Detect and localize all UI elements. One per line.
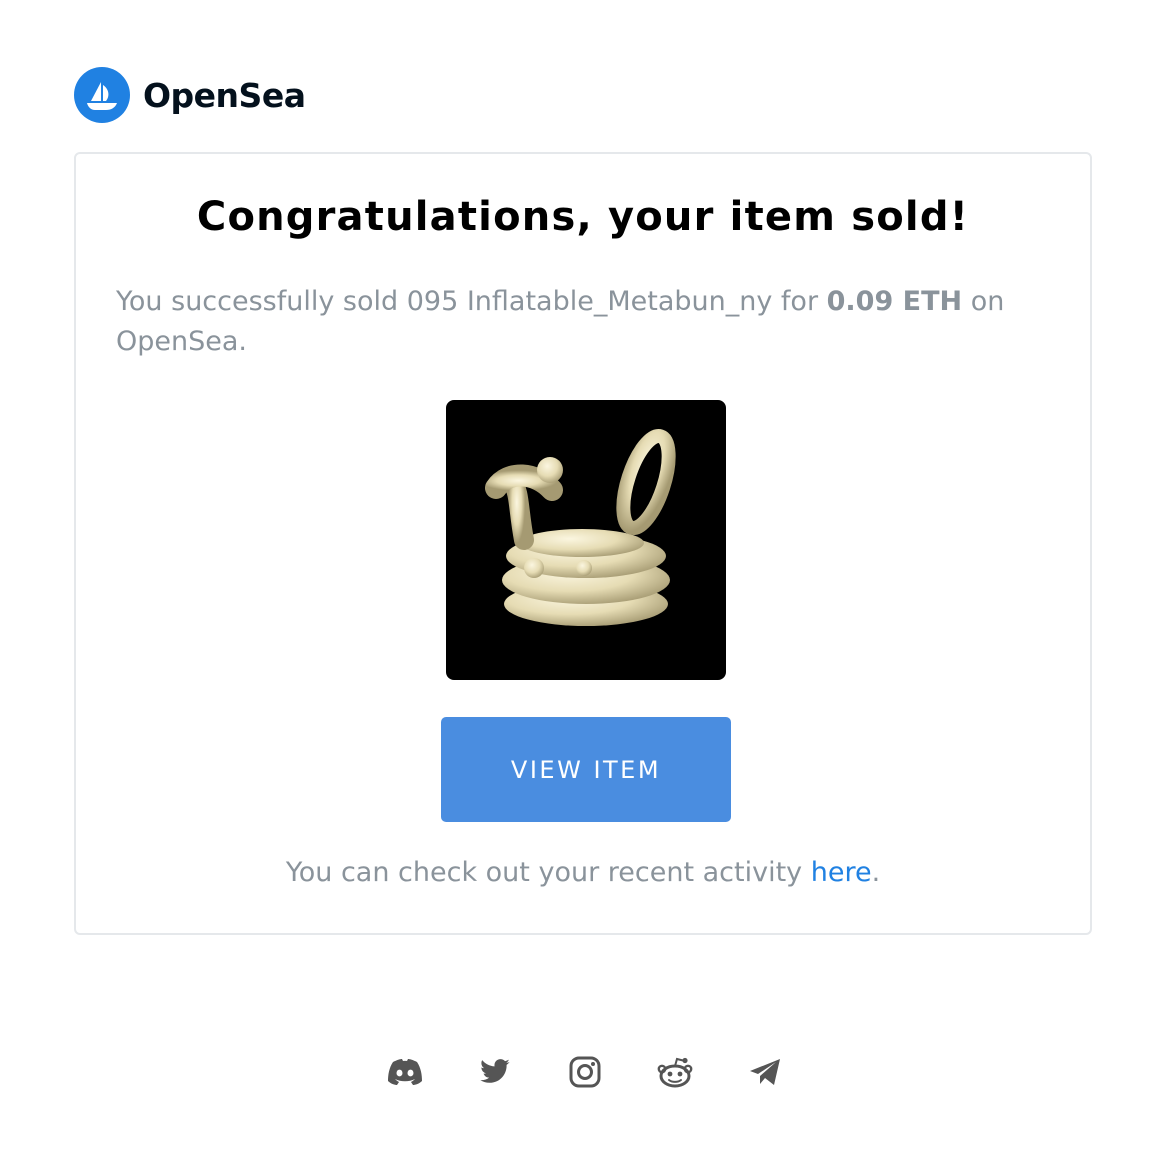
view-item-button[interactable]: VIEW ITEM — [441, 717, 731, 822]
brand-name: OpenSea — [143, 75, 306, 115]
opensea-ship-icon — [74, 67, 130, 123]
discord-icon[interactable] — [385, 1052, 425, 1092]
sale-message-text: You successfully sold 095 Inflatable_Met… — [116, 286, 827, 317]
email-page: OpenSea Congratulations, your item sold!… — [0, 0, 1170, 1170]
sale-message: You successfully sold 095 Inflatable_Met… — [116, 282, 1050, 362]
sale-notification-card: Congratulations, your item sold! You suc… — [74, 152, 1092, 935]
telegram-icon[interactable] — [745, 1052, 785, 1092]
card-title: Congratulations, your item sold! — [196, 194, 970, 240]
activity-line: You can check out your recent activity h… — [76, 857, 1090, 888]
social-links — [0, 1052, 1170, 1092]
reddit-icon[interactable] — [655, 1052, 695, 1092]
activity-end: . — [871, 857, 881, 888]
twitter-icon[interactable] — [475, 1052, 515, 1092]
activity-text: You can check out your recent activity — [285, 857, 811, 888]
instagram-icon[interactable] — [565, 1052, 605, 1092]
inflatable-balloon-bunny-image[interactable] — [446, 400, 726, 680]
sale-price: 0.09 ETH — [826, 286, 963, 317]
brand-header[interactable]: OpenSea — [74, 67, 306, 123]
activity-here-link[interactable]: here — [811, 857, 872, 888]
